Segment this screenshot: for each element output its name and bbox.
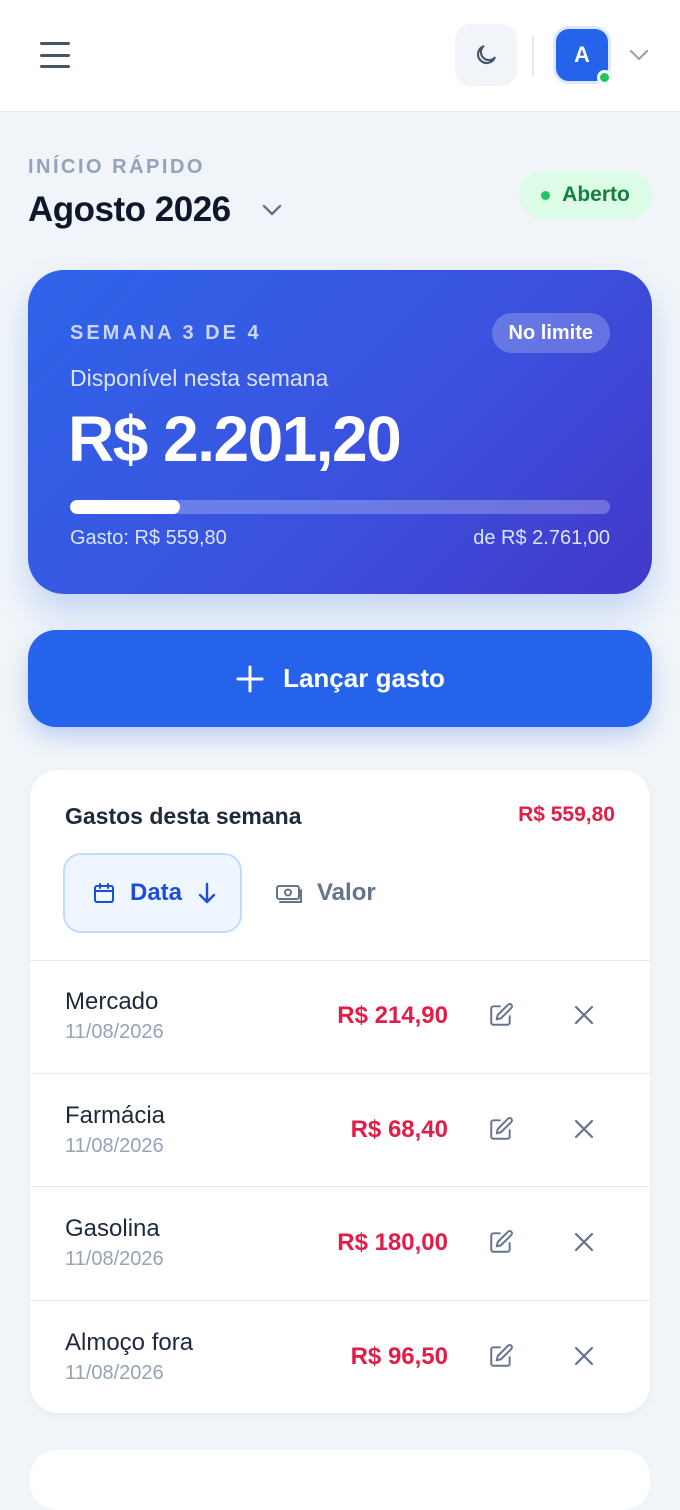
sort-by-date-button[interactable]: Data [63, 853, 242, 933]
expense-list: Mercado 11/08/2026 R$ 214,90 Farmácia 11/08/… [30, 960, 650, 1413]
edit-icon[interactable] [486, 1114, 516, 1144]
status-badge: Aberto [519, 171, 652, 219]
period-selector[interactable]: Agosto 2026 [28, 190, 283, 230]
avatar-initial: A [574, 42, 590, 67]
section-eyebrow: INÍCIO RÁPIDO [28, 156, 205, 178]
expense-row[interactable]: Farmácia 11/08/2026 R$ 68,40 [30, 1074, 650, 1187]
budget-total-label: de R$ 2.761,00 [473, 527, 610, 549]
moon-icon [476, 45, 496, 65]
sort-by-value-button[interactable]: Valor [275, 853, 376, 933]
edit-icon[interactable] [486, 1000, 516, 1030]
expense-amount: R$ 214,90 [337, 1002, 448, 1029]
weekly-budget-card: SEMANA 3 DE 4 No limite Disponível nesta… [28, 270, 652, 594]
available-caption: Disponível nesta semana [70, 365, 329, 391]
add-expense-button[interactable]: Lançar gasto [28, 630, 652, 727]
expense-row[interactable]: Almoço fora 11/08/2026 R$ 96,50 [30, 1301, 650, 1414]
expense-amount: R$ 180,00 [337, 1229, 448, 1256]
close-icon[interactable] [569, 1227, 599, 1257]
arrow-down-icon [198, 882, 216, 904]
expense-amount: R$ 68,40 [350, 1115, 448, 1143]
sort-date-label: Data [130, 879, 183, 906]
edit-icon[interactable] [486, 1341, 516, 1371]
close-icon[interactable] [569, 1000, 599, 1030]
add-expense-label: Lançar gasto [283, 663, 445, 693]
budget-progress-bar [70, 500, 610, 514]
weekly-expenses-card: Gastos desta semana R$ 559,80 Data Valor… [30, 770, 650, 1413]
money-icon [276, 885, 302, 903]
budget-progress-fill [70, 500, 180, 514]
spent-label: Gasto: R$ 559,80 [70, 527, 227, 549]
hamburger-menu-icon[interactable] [40, 42, 70, 68]
expense-name: Gasolina [65, 1215, 160, 1242]
calendar-icon [94, 883, 114, 903]
next-section-card [30, 1450, 650, 1510]
online-status-dot [597, 70, 612, 85]
expense-amount: R$ 96,50 [350, 1342, 448, 1370]
chevron-down-icon[interactable] [628, 46, 650, 64]
expense-name: Farmácia [65, 1101, 166, 1129]
expense-name: Almoço fora [65, 1328, 194, 1356]
edit-icon[interactable] [486, 1227, 516, 1257]
sort-value-label: Valor [317, 879, 376, 906]
theme-toggle-button[interactable] [455, 24, 517, 86]
available-amount: R$ 2.201,20 [68, 403, 402, 475]
close-icon[interactable] [569, 1114, 599, 1144]
close-icon[interactable] [569, 1341, 599, 1371]
expense-date: 11/08/2026 [65, 1134, 164, 1157]
expense-date: 11/08/2026 [65, 1021, 164, 1043]
limit-badge: No limite [491, 313, 610, 353]
expense-row[interactable]: Gasolina 11/08/2026 R$ 180,00 [30, 1187, 650, 1301]
expense-date: 11/08/2026 [65, 1361, 164, 1384]
expense-name: Mercado [65, 988, 159, 1015]
top-bar: A [0, 0, 680, 112]
header-divider [532, 36, 534, 76]
status-dot [541, 190, 551, 200]
avatar[interactable]: A [553, 26, 612, 85]
status-label: Aberto [562, 183, 630, 206]
page-title: Agosto 2026 [28, 190, 231, 229]
expense-date: 11/08/2026 [65, 1248, 164, 1270]
expenses-total: R$ 559,80 [518, 803, 615, 826]
chevron-down-icon [262, 204, 281, 216]
week-indicator: SEMANA 3 DE 4 [70, 322, 262, 344]
expense-row[interactable]: Mercado 11/08/2026 R$ 214,90 [30, 960, 650, 1074]
expenses-title: Gastos desta semana [65, 803, 302, 829]
plus-icon [236, 665, 264, 692]
